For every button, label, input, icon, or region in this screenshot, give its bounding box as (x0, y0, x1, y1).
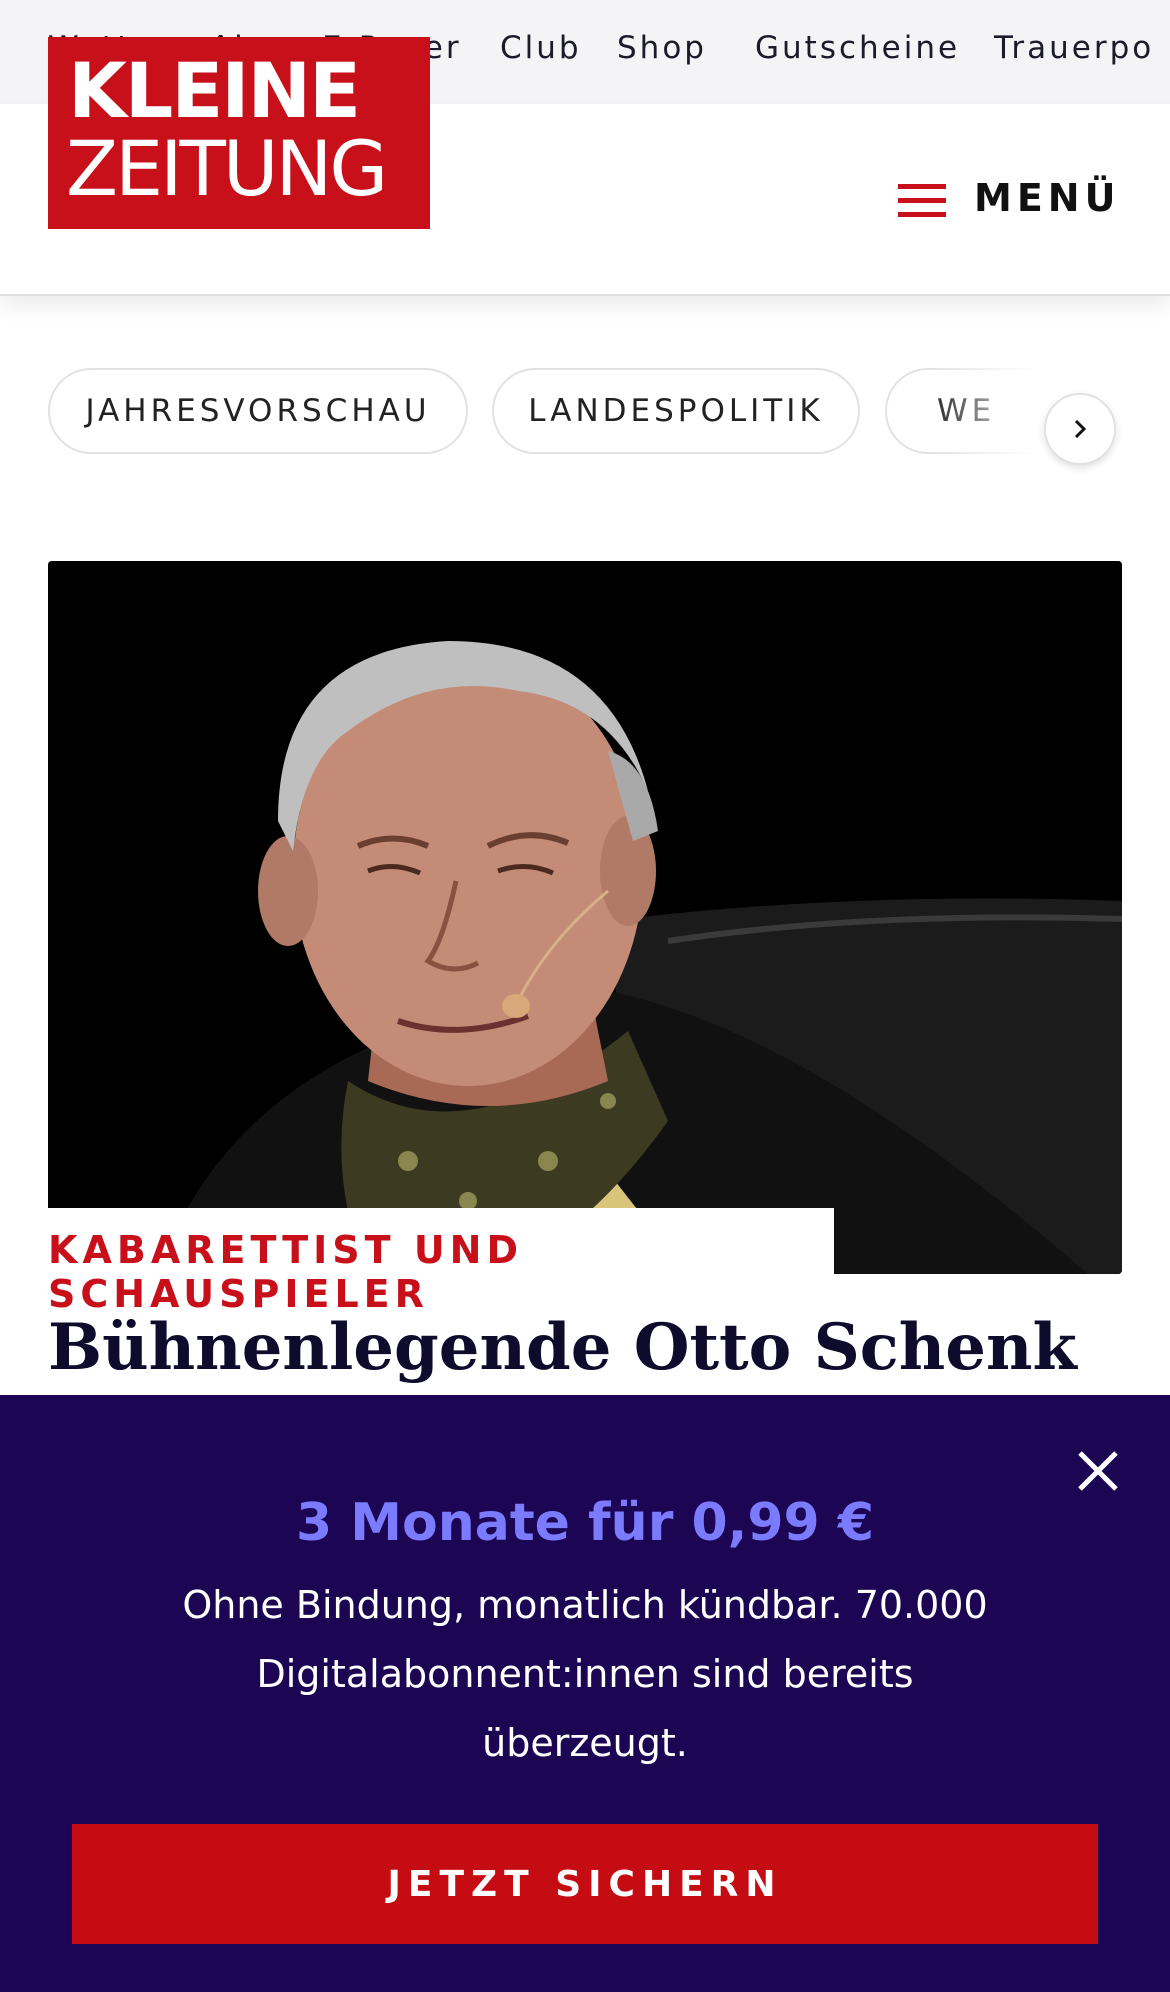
article-headline[interactable]: Bühnenlegende Otto Schenk (48, 1310, 1077, 1385)
nav-link-trauerportal[interactable]: Trauerpo (994, 30, 1154, 66)
offer-title: 3 Monate für 0,99 € (295, 1493, 875, 1553)
kicker-text: KABARETTIST UND SCHAUSPIELER (48, 1228, 524, 1316)
chevron-right-icon (1074, 419, 1087, 439)
topic-chips: JAHRESVORSCHAU LANDESPOLITIK WE (0, 368, 1170, 464)
site-logo[interactable]: KLEINE ZEITUNG (48, 37, 430, 229)
close-button[interactable] (1074, 1447, 1122, 1495)
close-icon (1078, 1451, 1118, 1491)
offer-description: Ohne Bindung, monatlich kündbar. 70.000 … (182, 1583, 988, 1765)
chips-next-button[interactable] (1044, 393, 1116, 465)
logo-line-2: ZEITUNG (66, 124, 388, 213)
subscription-banner: 3 Monate für 0,99 € Ohne Bindung, monatl… (0, 1395, 1170, 1992)
menu-button[interactable]: MENÜ (898, 164, 1115, 224)
hamburger-icon (898, 184, 946, 218)
chip-jahresvorschau[interactable]: JAHRESVORSCHAU (48, 368, 468, 454)
portrait-photo (48, 561, 1122, 1274)
nav-link-shop[interactable]: Shop (617, 30, 707, 66)
logo-line-1: KLEINE (68, 46, 361, 135)
article-kicker: KABARETTIST UND SCHAUSPIELER (48, 1208, 834, 1316)
menu-label: MENÜ (974, 176, 1121, 220)
article-image[interactable] (48, 561, 1122, 1274)
jetzt-sichern-button[interactable]: JETZT SICHERN (72, 1824, 1098, 1944)
chip-landespolitik[interactable]: LANDESPOLITIK (492, 368, 860, 454)
nav-link-club[interactable]: Club (500, 30, 582, 66)
nav-link-gutscheine[interactable]: Gutscheine (755, 30, 960, 66)
